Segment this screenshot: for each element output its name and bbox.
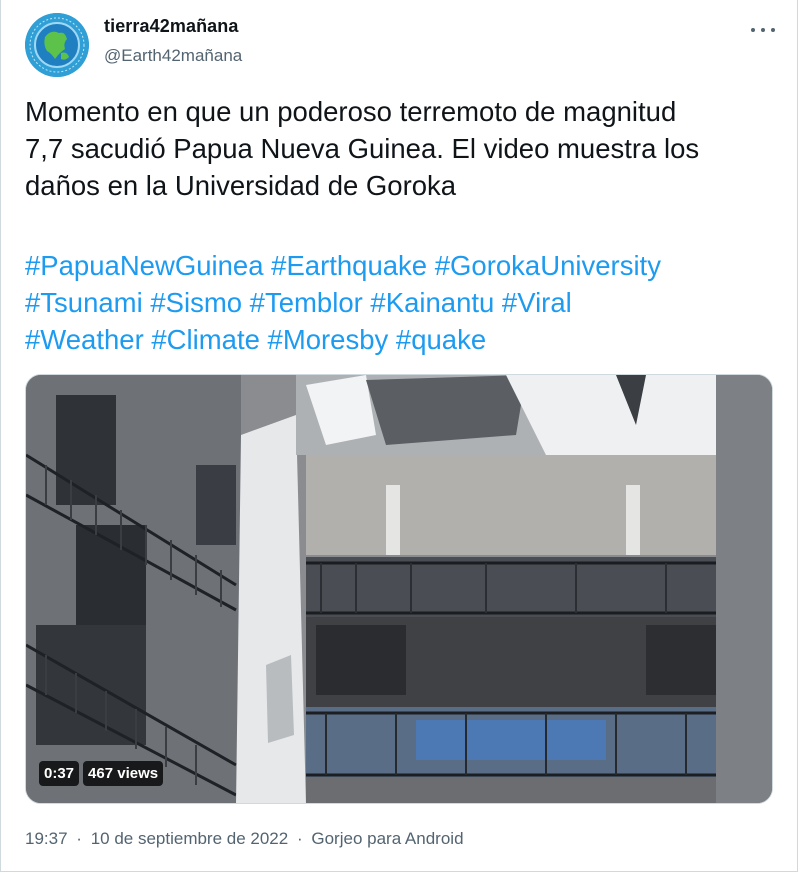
hashtag-row: #PapuaNewGuinea #Earthquake #GorokaUnive…: [25, 247, 785, 284]
tweet-metadata: 19:37 · 10 de septiembre de 2022 · Gorje…: [25, 829, 464, 849]
hashtag-link[interactable]: #Climate: [144, 324, 260, 355]
separator: ·: [296, 829, 303, 848]
author-name[interactable]: tierra42mañana: [104, 16, 238, 37]
video-view-count: 467 views: [83, 761, 164, 786]
tweet-card: tierra42mañana @Earth42mañana Momento en…: [0, 0, 798, 872]
hashtag-link[interactable]: #GorokaUniversity: [427, 250, 661, 281]
hashtag-link[interactable]: #quake: [388, 324, 486, 355]
hashtag-link[interactable]: #Temblor: [242, 287, 363, 318]
video-player[interactable]: [25, 374, 773, 804]
hashtag-link[interactable]: #PapuaNewGuinea: [25, 250, 264, 281]
hashtag-link[interactable]: #Weather: [25, 324, 144, 355]
hashtag-link[interactable]: #Kainantu: [363, 287, 494, 318]
tweet-date[interactable]: 10 de septiembre de 2022: [91, 829, 289, 848]
video-duration: 0:37: [39, 761, 80, 786]
separator: ·: [76, 829, 82, 848]
video-thumbnail: [26, 375, 772, 803]
tweet-text-line: 7,7 sacudió Papua Nueva Guinea. El video…: [25, 133, 700, 164]
hashtag-link[interactable]: #Tsunami: [25, 287, 143, 318]
tweet-text-line: Momento en que un poderoso terremoto de …: [25, 96, 677, 127]
hashtag-row: #Tsunami #Sismo #Temblor #Kainantu #Vira…: [25, 284, 785, 321]
author-handle[interactable]: @Earth42mañana: [104, 46, 242, 66]
avatar[interactable]: [25, 13, 89, 77]
hashtag-link[interactable]: #Moresby: [260, 324, 389, 355]
hashtag-link[interactable]: #Viral: [494, 287, 572, 318]
tweet-text: Momento en que un poderoso terremoto de …: [25, 93, 785, 204]
hashtag-list: #PapuaNewGuinea #Earthquake #GorokaUnive…: [25, 247, 785, 358]
tweet-time[interactable]: 19:37: [25, 829, 68, 848]
earth-globe-icon: [25, 13, 89, 77]
more-options-icon[interactable]: [749, 19, 777, 39]
hashtag-row: #Weather #Climate #Moresby #quake: [25, 321, 785, 358]
hashtag-link[interactable]: #Earthquake: [264, 250, 427, 281]
hashtag-link[interactable]: #Sismo: [143, 287, 242, 318]
tweet-text-line: daños en la Universidad de Goroka: [25, 170, 457, 201]
tweet-source[interactable]: Gorjeo para Android: [311, 829, 463, 848]
video-overlay-badges: 0:37 467 views: [39, 761, 164, 786]
